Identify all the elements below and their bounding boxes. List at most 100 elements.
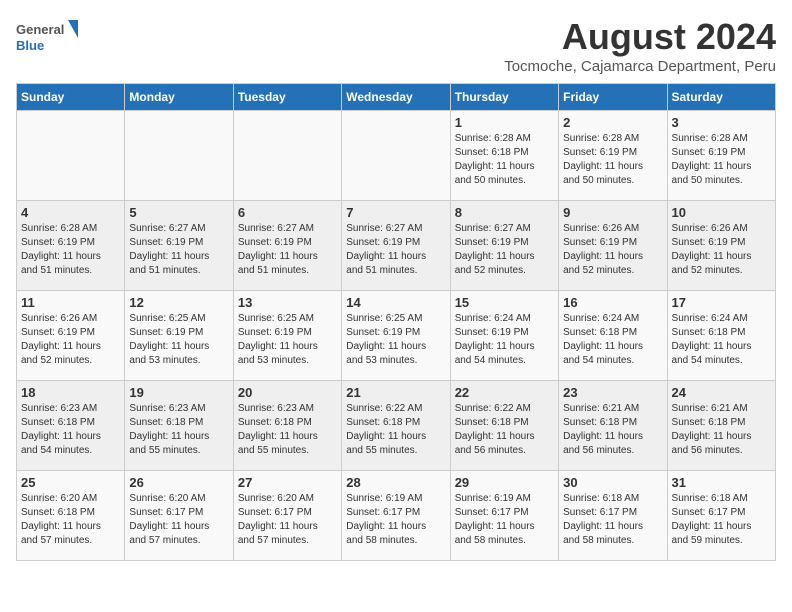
- day-info: Sunrise: 6:24 AM Sunset: 6:19 PM Dayligh…: [455, 312, 554, 368]
- calendar-cell: 22 Sunrise: 6:22 AM Sunset: 6:18 PM Dayli…: [450, 381, 558, 471]
- day-number: 18: [21, 385, 120, 400]
- day-info: Sunrise: 6:22 AM Sunset: 6:18 PM Dayligh…: [455, 402, 554, 458]
- day-info: Sunrise: 6:18 AM Sunset: 6:17 PM Dayligh…: [563, 492, 662, 548]
- day-number: 29: [455, 475, 554, 490]
- calendar-cell: [17, 111, 125, 201]
- calendar-cell: 20 Sunrise: 6:23 AM Sunset: 6:18 PM Dayli…: [233, 381, 341, 471]
- day-info: Sunrise: 6:27 AM Sunset: 6:19 PM Dayligh…: [129, 222, 228, 278]
- day-info: Sunrise: 6:20 AM Sunset: 6:17 PM Dayligh…: [238, 492, 337, 548]
- calendar-cell: 27 Sunrise: 6:20 AM Sunset: 6:17 PM Dayli…: [233, 471, 341, 561]
- day-info: Sunrise: 6:28 AM Sunset: 6:19 PM Dayligh…: [563, 132, 662, 188]
- day-info: Sunrise: 6:28 AM Sunset: 6:19 PM Dayligh…: [672, 132, 771, 188]
- calendar-cell: 8 Sunrise: 6:27 AM Sunset: 6:19 PM Daylig…: [450, 201, 558, 291]
- calendar-cell: 17Sunrise: 6:24 AM Sunset: 6:18 PM Dayli…: [667, 291, 775, 381]
- day-info: Sunrise: 6:25 AM Sunset: 6:19 PM Dayligh…: [238, 312, 337, 368]
- day-number: 30: [563, 475, 662, 490]
- calendar-cell: 26Sunrise: 6:20 AM Sunset: 6:17 PM Dayli…: [125, 471, 233, 561]
- day-number: 20: [238, 385, 337, 400]
- day-number: 1: [455, 115, 554, 130]
- day-number: 21: [346, 385, 445, 400]
- calendar-cell: 14 Sunrise: 6:25 AM Sunset: 6:19 PM Dayli…: [342, 291, 450, 381]
- day-number: 22: [455, 385, 554, 400]
- day-number: 13: [238, 295, 337, 310]
- calendar-cell: 11Sunrise: 6:26 AM Sunset: 6:19 PM Dayli…: [17, 291, 125, 381]
- page-title: August 2024: [504, 16, 776, 58]
- calendar-cell: 12Sunrise: 6:25 AM Sunset: 6:19 PM Dayli…: [125, 291, 233, 381]
- calendar-cell: 30 Sunrise: 6:18 AM Sunset: 6:17 PM Dayli…: [559, 471, 667, 561]
- day-number: 17: [672, 295, 771, 310]
- day-info: Sunrise: 6:26 AM Sunset: 6:19 PM Dayligh…: [21, 312, 120, 368]
- column-header-monday: Monday: [125, 84, 233, 111]
- day-number: 24: [672, 385, 771, 400]
- day-number: 26: [129, 475, 228, 490]
- day-number: 7: [346, 205, 445, 220]
- day-info: Sunrise: 6:23 AM Sunset: 6:18 PM Dayligh…: [238, 402, 337, 458]
- page-subtitle: Tocmoche, Cajamarca Department, Peru: [504, 58, 776, 75]
- calendar-cell: [233, 111, 341, 201]
- calendar-cell: 23 Sunrise: 6:21 AM Sunset: 6:18 PM Dayli…: [559, 381, 667, 471]
- logo-icon: General Blue: [16, 16, 86, 60]
- day-info: Sunrise: 6:21 AM Sunset: 6:18 PM Dayligh…: [672, 402, 771, 458]
- day-number: 3: [672, 115, 771, 130]
- calendar-cell: 1 Sunrise: 6:28 AM Sunset: 6:18 PM Daylig…: [450, 111, 558, 201]
- day-info: Sunrise: 6:22 AM Sunset: 6:18 PM Dayligh…: [346, 402, 445, 458]
- day-info: Sunrise: 6:27 AM Sunset: 6:19 PM Dayligh…: [346, 222, 445, 278]
- column-header-tuesday: Tuesday: [233, 84, 341, 111]
- day-info: Sunrise: 6:21 AM Sunset: 6:18 PM Dayligh…: [563, 402, 662, 458]
- day-number: 5: [129, 205, 228, 220]
- day-info: Sunrise: 6:25 AM Sunset: 6:19 PM Dayligh…: [346, 312, 445, 368]
- day-number: 9: [563, 205, 662, 220]
- calendar-cell: 24 Sunrise: 6:21 AM Sunset: 6:18 PM Dayli…: [667, 381, 775, 471]
- day-info: Sunrise: 6:27 AM Sunset: 6:19 PM Dayligh…: [238, 222, 337, 278]
- calendar-cell: 21 Sunrise: 6:22 AM Sunset: 6:18 PM Dayli…: [342, 381, 450, 471]
- day-info: Sunrise: 6:26 AM Sunset: 6:19 PM Dayligh…: [672, 222, 771, 278]
- day-info: Sunrise: 6:18 AM Sunset: 6:17 PM Dayligh…: [672, 492, 771, 548]
- calendar-cell: 28 Sunrise: 6:19 AM Sunset: 6:17 PM Dayli…: [342, 471, 450, 561]
- svg-text:Blue: Blue: [16, 38, 44, 53]
- calendar-cell: 18 Sunrise: 6:23 AM Sunset: 6:18 PM Dayli…: [17, 381, 125, 471]
- calendar-table: SundayMondayTuesdayWednesdayThursdayFrid…: [16, 83, 776, 561]
- day-info: Sunrise: 6:27 AM Sunset: 6:19 PM Dayligh…: [455, 222, 554, 278]
- calendar-week-row: 18 Sunrise: 6:23 AM Sunset: 6:18 PM Dayli…: [17, 381, 776, 471]
- calendar-cell: 15 Sunrise: 6:24 AM Sunset: 6:19 PM Dayli…: [450, 291, 558, 381]
- calendar-header-row: SundayMondayTuesdayWednesdayThursdayFrid…: [17, 84, 776, 111]
- day-number: 27: [238, 475, 337, 490]
- day-info: Sunrise: 6:28 AM Sunset: 6:19 PM Dayligh…: [21, 222, 120, 278]
- day-info: Sunrise: 6:20 AM Sunset: 6:18 PM Dayligh…: [21, 492, 120, 548]
- calendar-week-row: 11Sunrise: 6:26 AM Sunset: 6:19 PM Dayli…: [17, 291, 776, 381]
- page-header: General Blue August 2024 Tocmoche, Cajam…: [16, 16, 776, 75]
- calendar-cell: [125, 111, 233, 201]
- logo: General Blue: [16, 16, 86, 60]
- calendar-cell: 2 Sunrise: 6:28 AM Sunset: 6:19 PM Daylig…: [559, 111, 667, 201]
- day-number: 2: [563, 115, 662, 130]
- calendar-cell: 7 Sunrise: 6:27 AM Sunset: 6:19 PM Daylig…: [342, 201, 450, 291]
- day-number: 10: [672, 205, 771, 220]
- column-header-sunday: Sunday: [17, 84, 125, 111]
- day-info: Sunrise: 6:19 AM Sunset: 6:17 PM Dayligh…: [346, 492, 445, 548]
- day-number: 14: [346, 295, 445, 310]
- day-info: Sunrise: 6:19 AM Sunset: 6:17 PM Dayligh…: [455, 492, 554, 548]
- day-number: 28: [346, 475, 445, 490]
- day-number: 6: [238, 205, 337, 220]
- svg-text:General: General: [16, 22, 64, 37]
- day-number: 23: [563, 385, 662, 400]
- day-info: Sunrise: 6:25 AM Sunset: 6:19 PM Dayligh…: [129, 312, 228, 368]
- calendar-week-row: 4 Sunrise: 6:28 AM Sunset: 6:19 PM Daylig…: [17, 201, 776, 291]
- day-number: 8: [455, 205, 554, 220]
- day-number: 4: [21, 205, 120, 220]
- calendar-cell: 13 Sunrise: 6:25 AM Sunset: 6:19 PM Dayli…: [233, 291, 341, 381]
- day-number: 31: [672, 475, 771, 490]
- calendar-cell: 29 Sunrise: 6:19 AM Sunset: 6:17 PM Dayli…: [450, 471, 558, 561]
- calendar-cell: 9 Sunrise: 6:26 AM Sunset: 6:19 PM Daylig…: [559, 201, 667, 291]
- day-number: 15: [455, 295, 554, 310]
- day-number: 25: [21, 475, 120, 490]
- day-info: Sunrise: 6:23 AM Sunset: 6:18 PM Dayligh…: [21, 402, 120, 458]
- column-header-thursday: Thursday: [450, 84, 558, 111]
- calendar-week-row: 1 Sunrise: 6:28 AM Sunset: 6:18 PM Daylig…: [17, 111, 776, 201]
- calendar-cell: [342, 111, 450, 201]
- day-number: 16: [563, 295, 662, 310]
- day-info: Sunrise: 6:26 AM Sunset: 6:19 PM Dayligh…: [563, 222, 662, 278]
- column-header-wednesday: Wednesday: [342, 84, 450, 111]
- calendar-cell: 4 Sunrise: 6:28 AM Sunset: 6:19 PM Daylig…: [17, 201, 125, 291]
- day-info: Sunrise: 6:28 AM Sunset: 6:18 PM Dayligh…: [455, 132, 554, 188]
